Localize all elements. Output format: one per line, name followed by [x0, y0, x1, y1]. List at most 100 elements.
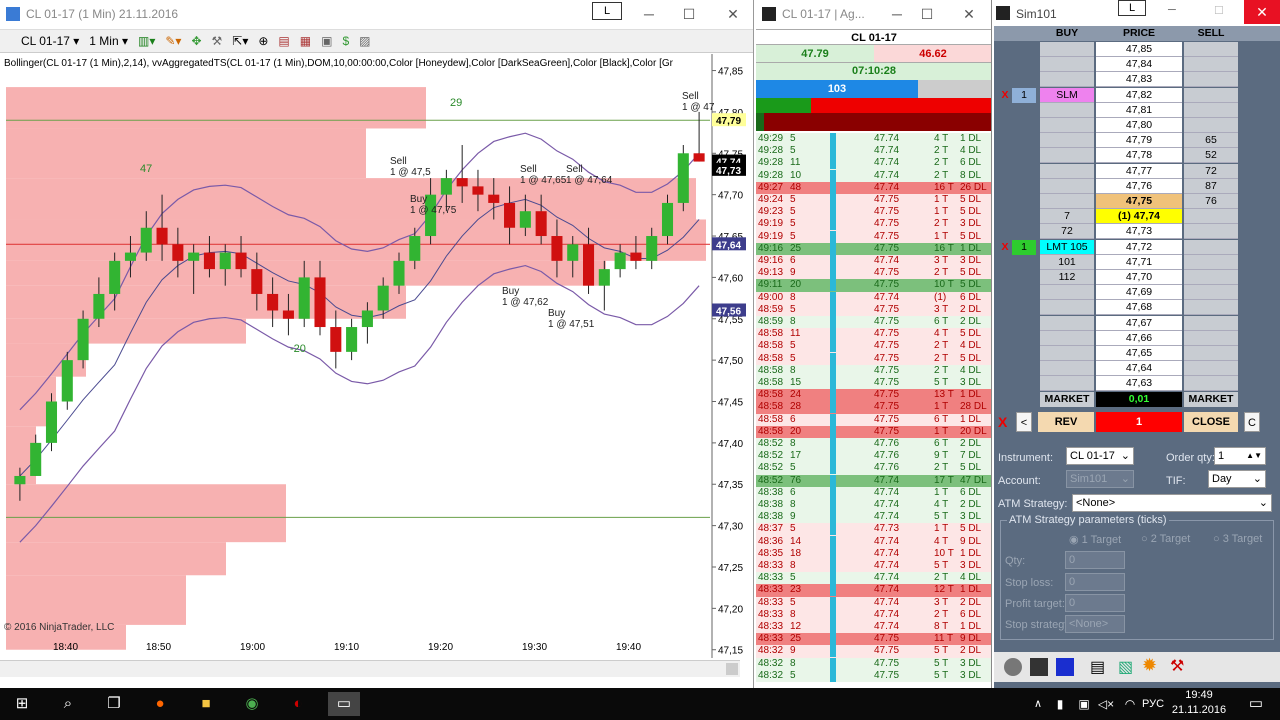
price-cell[interactable]: 47,85	[1096, 42, 1182, 57]
ladder-row[interactable]: 47,65	[994, 346, 1280, 361]
period-selector[interactable]: 1 Min ▾	[86, 34, 131, 48]
record-icon[interactable]	[1004, 658, 1022, 676]
ladder-row[interactable]: 47,83	[994, 72, 1280, 88]
cursor-icon[interactable]: ⇱▾	[229, 34, 251, 48]
price-cell[interactable]: 47,81	[1096, 102, 1182, 118]
order-qty-cell[interactable]: 1	[1012, 87, 1036, 103]
ladder-row[interactable]: 47,85	[994, 42, 1280, 57]
sell-cell[interactable]	[1184, 315, 1238, 331]
chart-scrollbar[interactable]	[0, 660, 740, 677]
bar-type-icon[interactable]: ▥▾	[135, 34, 158, 48]
price-chart[interactable]: 47,8547,8047,7547,7047,6547,6047,5547,50…	[0, 54, 754, 660]
buy-cell[interactable]: 72	[1040, 224, 1094, 240]
firefox-icon[interactable]: ●	[144, 692, 176, 716]
ladder-row[interactable]: 47,67	[994, 315, 1280, 331]
qty-stepper[interactable]: 0	[1065, 551, 1125, 569]
buy-cell[interactable]: LMT 105	[1040, 239, 1094, 255]
dollar-icon[interactable]: $	[339, 34, 352, 48]
close-x-icon[interactable]: X	[998, 414, 1007, 430]
price-cell[interactable]: 47,64	[1096, 361, 1182, 377]
price-cell[interactable]: 47,83	[1096, 72, 1182, 88]
buy-cell[interactable]	[1040, 376, 1094, 392]
gear-icon[interactable]: ✹	[1142, 655, 1157, 676]
maximize-button[interactable]: ☐	[910, 0, 944, 28]
sell-cell[interactable]	[1184, 285, 1238, 301]
buy-cell[interactable]	[1040, 72, 1094, 88]
data-box-icon[interactable]: ▨	[356, 34, 373, 48]
price-cell[interactable]: 47,75	[1096, 194, 1182, 209]
cancel-order-icon[interactable]: X	[998, 240, 1012, 255]
cancel-order-icon[interactable]: X	[998, 88, 1012, 103]
ladder-row[interactable]: 47,79 65	[994, 133, 1280, 149]
sell-cell[interactable]: 87	[1184, 178, 1238, 194]
ladder-row[interactable]: 47,68	[994, 300, 1280, 316]
ladder-row[interactable]: X 1 SLM 47,82	[994, 87, 1280, 103]
minimize-button[interactable]: ─	[880, 0, 914, 28]
sell-cell[interactable]	[1184, 346, 1238, 361]
target2-radio[interactable]: ○ 2 Target	[1141, 533, 1190, 545]
sell-cell[interactable]	[1184, 118, 1238, 133]
chart-titlebar[interactable]: CL 01-17 (1 Min) 21.11.2016 L ─ ☐ ✕	[0, 0, 753, 28]
buy-cell[interactable]	[1040, 133, 1094, 149]
search-icon[interactable]: ⌕	[52, 692, 84, 716]
ladder-row[interactable]: 47,75 76	[994, 194, 1280, 209]
buy-cell[interactable]	[1040, 57, 1094, 73]
sell-cell[interactable]	[1184, 270, 1238, 285]
task-view-icon[interactable]: ❐	[98, 692, 130, 716]
instrument-select[interactable]: CL 01-17 ⌄	[1066, 447, 1134, 465]
sell-cell[interactable]	[1184, 209, 1238, 225]
atm-strategy-select[interactable]: <None> ⌄	[1072, 494, 1272, 512]
price-cell[interactable]: 47,76	[1096, 178, 1182, 194]
sell-cell[interactable]	[1184, 224, 1238, 240]
buy-cell[interactable]	[1040, 102, 1094, 118]
sell-cell[interactable]	[1184, 87, 1238, 103]
ladder-row[interactable]: 47,63	[994, 376, 1280, 392]
ladder-row[interactable]: 47,78 52	[994, 148, 1280, 164]
ladder-row[interactable]: 7 (1) 47,74	[994, 209, 1280, 225]
ladder-row[interactable]: 101 47,71	[994, 254, 1280, 270]
blue-square-icon[interactable]	[1056, 658, 1074, 676]
windows-start-icon[interactable]: ⊞	[6, 692, 38, 716]
ladder-row[interactable]: 47,84	[994, 57, 1280, 73]
sell-cell[interactable]	[1184, 361, 1238, 377]
close-button[interactable]: ✕	[716, 0, 750, 28]
price-cell[interactable]: 47,65	[1096, 346, 1182, 361]
price-cell[interactable]: 47,79	[1096, 133, 1182, 149]
indicators-icon[interactable]: ▤	[275, 34, 292, 48]
buy-cell[interactable]	[1040, 315, 1094, 331]
book-icon[interactable]	[1030, 658, 1048, 676]
target1-radio[interactable]: ◉ 1 Target	[1069, 533, 1121, 546]
sell-cell[interactable]	[1184, 239, 1238, 255]
ladder-row[interactable]: 112 47,70	[994, 270, 1280, 285]
order-qty-cell[interactable]: 1	[1012, 239, 1036, 255]
price-cell[interactable]: (1) 47,74	[1096, 209, 1182, 225]
sell-cell[interactable]: 65	[1184, 133, 1238, 149]
maximize-button[interactable]: ☐	[1214, 4, 1224, 17]
clock[interactable]: 19:49 21.11.2016	[1170, 688, 1228, 718]
price-cell[interactable]: 47,82	[1096, 87, 1182, 103]
price-cell[interactable]: 47,67	[1096, 315, 1182, 331]
stop-loss-stepper[interactable]: 0	[1065, 573, 1125, 591]
sell-cell[interactable]	[1184, 72, 1238, 88]
link-l-button[interactable]: L	[592, 2, 622, 20]
price-cell[interactable]: 47,73	[1096, 224, 1182, 240]
ladder-row[interactable]: 47,77 72	[994, 163, 1280, 179]
price-cell[interactable]: 47,69	[1096, 285, 1182, 301]
pencil-icon[interactable]: ✎▾	[162, 34, 184, 48]
price-cell[interactable]: 47,70	[1096, 270, 1182, 285]
ladder-row[interactable]: 47,76 87	[994, 178, 1280, 194]
sell-cell[interactable]	[1184, 57, 1238, 73]
sell-cell[interactable]: 76	[1184, 194, 1238, 209]
buy-cell[interactable]	[1040, 178, 1094, 194]
sell-cell[interactable]	[1184, 300, 1238, 316]
ladder-row[interactable]: 47,69	[994, 285, 1280, 301]
buy-cell[interactable]	[1040, 42, 1094, 57]
tape-list[interactable]: 49:29 5 47.74 4 T1 DL 49:28 5 47.74 2 T4 DL 49:2…	[756, 133, 991, 683]
sell-cell[interactable]: 52	[1184, 148, 1238, 164]
buy-cell[interactable]	[1040, 148, 1094, 164]
buy-cell[interactable]	[1040, 194, 1094, 209]
price-cell[interactable]: 47,77	[1096, 163, 1182, 179]
sell-cell[interactable]: 72	[1184, 163, 1238, 179]
minimize-button[interactable]: ─	[1168, 4, 1176, 16]
chart-icon[interactable]: ▤	[1090, 657, 1105, 677]
